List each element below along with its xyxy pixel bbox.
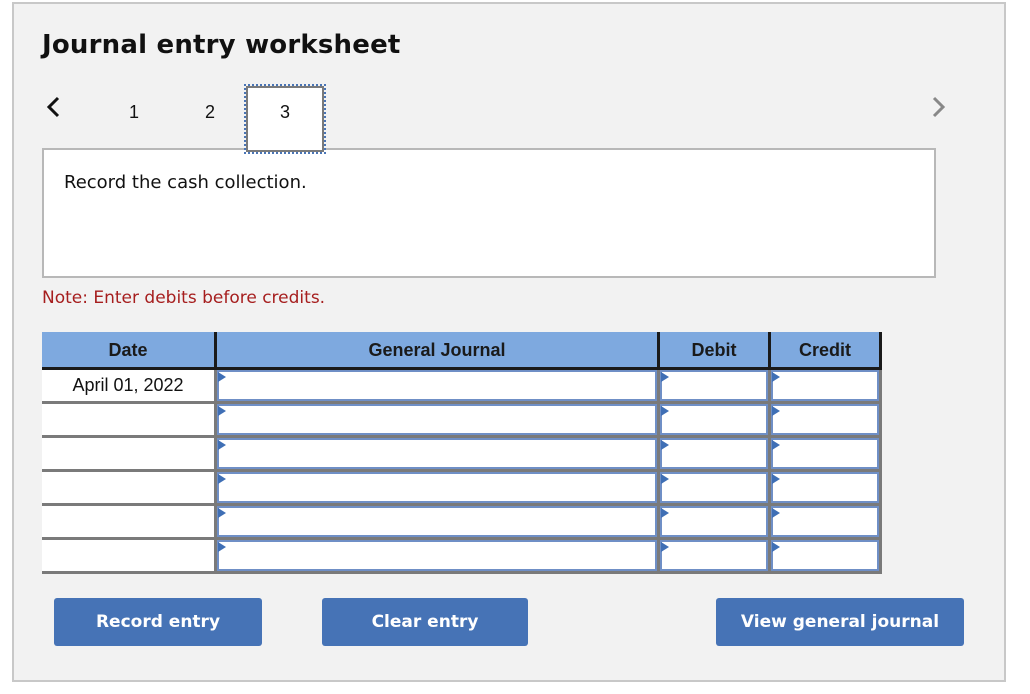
chevron-left-icon[interactable] bbox=[44, 95, 64, 119]
tab-2[interactable]: 2 bbox=[172, 92, 248, 148]
header-general-journal: General Journal bbox=[217, 332, 657, 368]
header-debit: Debit bbox=[660, 332, 768, 368]
account-input[interactable] bbox=[217, 438, 657, 469]
date-cell bbox=[42, 506, 214, 537]
view-general-journal-button[interactable]: View general journal bbox=[716, 598, 964, 646]
date-cell bbox=[42, 472, 214, 503]
header-credit: Credit bbox=[771, 332, 879, 368]
credit-input[interactable] bbox=[771, 506, 879, 537]
date-cell bbox=[42, 404, 214, 435]
header-divider bbox=[879, 332, 882, 368]
header-date: Date bbox=[42, 332, 214, 368]
account-input[interactable] bbox=[217, 370, 657, 401]
debit-input[interactable] bbox=[660, 540, 768, 571]
row-divider bbox=[217, 571, 882, 574]
worksheet-title: Journal entry worksheet bbox=[42, 30, 401, 60]
tab-label: 2 bbox=[204, 102, 215, 122]
cell-frame bbox=[879, 404, 882, 438]
debit-input[interactable] bbox=[660, 438, 768, 469]
cell-frame bbox=[879, 370, 882, 404]
debit-input[interactable] bbox=[660, 404, 768, 435]
table-row bbox=[42, 438, 882, 472]
cell-frame bbox=[879, 472, 882, 506]
record-entry-button[interactable]: Record entry bbox=[54, 598, 262, 646]
account-input[interactable] bbox=[217, 404, 657, 435]
instruction-box: Record the cash collection. bbox=[42, 148, 936, 278]
instruction-text: Record the cash collection. bbox=[64, 172, 307, 193]
table-row: April 01, 2022 bbox=[42, 370, 882, 404]
date-cell bbox=[42, 438, 214, 469]
row-divider bbox=[42, 571, 216, 574]
table-row bbox=[42, 540, 882, 574]
debit-input[interactable] bbox=[660, 506, 768, 537]
credit-input[interactable] bbox=[771, 404, 879, 435]
cell-frame bbox=[879, 540, 882, 574]
clear-entry-button[interactable]: Clear entry bbox=[322, 598, 528, 646]
note-text: Note: Enter debits before credits. bbox=[42, 288, 326, 308]
account-input[interactable] bbox=[217, 472, 657, 503]
credit-input[interactable] bbox=[771, 540, 879, 571]
chevron-right-icon[interactable] bbox=[928, 95, 948, 119]
account-input[interactable] bbox=[217, 540, 657, 571]
tab-1[interactable]: 1 bbox=[96, 92, 172, 148]
table-row bbox=[42, 472, 882, 506]
date-cell: April 01, 2022 bbox=[42, 370, 214, 401]
table-row bbox=[42, 404, 882, 438]
credit-input[interactable] bbox=[771, 472, 879, 503]
tab-3-active[interactable]: 3 bbox=[244, 84, 326, 154]
cell-frame bbox=[879, 506, 882, 540]
cell-frame bbox=[879, 438, 882, 472]
tab-label: 1 bbox=[128, 102, 139, 122]
debit-input[interactable] bbox=[660, 370, 768, 401]
credit-input[interactable] bbox=[771, 370, 879, 401]
credit-input[interactable] bbox=[771, 438, 879, 469]
debit-input[interactable] bbox=[660, 472, 768, 503]
date-cell bbox=[42, 540, 214, 571]
tab-label: 3 bbox=[279, 102, 290, 122]
table-row bbox=[42, 506, 882, 540]
account-input[interactable] bbox=[217, 506, 657, 537]
